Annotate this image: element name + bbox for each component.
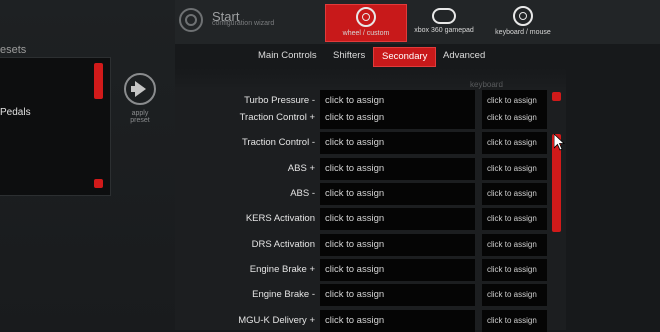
keyboard-assign-button[interactable]: click to assign — [482, 107, 547, 129]
page-subtitle: configuration wizard — [212, 20, 275, 27]
binding-label: ABS + — [287, 163, 315, 174]
device-keyboard-mouse-button[interactable]: keyboard / mouse — [495, 4, 551, 40]
device-wheel-custom-button[interactable]: wheel / custom — [325, 4, 407, 42]
assign-button[interactable]: click to assign — [320, 310, 475, 332]
assign-button[interactable]: click to assign — [320, 132, 475, 154]
keyboard-assign-button[interactable]: click to assign — [482, 158, 547, 180]
binding-row: MGU-K Delivery + click to assign click t… — [175, 310, 566, 332]
tab-bar: Main Controls Shifters Secondary Advance… — [175, 44, 660, 68]
wheel-icon — [356, 7, 376, 27]
binding-row: Traction Control + click to assign click… — [175, 107, 566, 129]
binding-row: KERS Activation click to assign click to… — [175, 208, 566, 230]
binding-row: ABS + click to assign click to assign — [175, 158, 566, 180]
list-top-fade — [175, 68, 566, 90]
keyboard-assign-button[interactable]: click to assign — [482, 132, 547, 154]
keyboard-assign-button[interactable]: click to assign — [482, 183, 547, 205]
keyboard-assign-button[interactable]: click to assign — [482, 259, 547, 281]
wizard-header: Start configuration wizard wheel / custo… — [175, 0, 660, 44]
tab-secondary[interactable]: Secondary — [373, 47, 437, 67]
device-label: wheel / custom — [342, 30, 390, 37]
preset-item-pedals[interactable]: Pedals — [0, 107, 31, 118]
binding-row: Engine Brake - click to assign click to … — [175, 284, 566, 306]
apply-preset-button[interactable]: apply preset — [121, 73, 159, 124]
device-xbox-gamepad-button[interactable]: xbox 360 gamepad — [413, 4, 475, 40]
assign-button[interactable]: click to assign — [320, 234, 475, 256]
apply-preset-label: apply preset — [130, 110, 150, 124]
bindings-list: keyboard Turbo Pressure - click to assig… — [175, 68, 566, 332]
binding-label: Traction Control - — [241, 137, 315, 148]
tab-advanced[interactable]: Advanced — [435, 47, 493, 65]
device-label: keyboard / mouse — [495, 29, 551, 36]
presets-title: esets — [0, 44, 27, 56]
list-scroll-up-button[interactable] — [552, 92, 561, 101]
binding-label: Traction Control + — [239, 112, 315, 123]
binding-label: MGU-K Delivery + — [238, 315, 315, 326]
presets-scrollbar-thumb[interactable] — [94, 63, 103, 99]
keyboard-mouse-icon — [513, 6, 533, 26]
binding-row: DRS Activation click to assign click to … — [175, 234, 566, 256]
presets-panel: esets Pedals apply preset — [0, 0, 175, 330]
keyboard-assign-button[interactable]: click to assign — [482, 234, 547, 256]
binding-label: Engine Brake + — [249, 264, 315, 275]
assign-button[interactable]: click to assign — [320, 183, 475, 205]
binding-label: ABS - — [290, 188, 315, 199]
binding-row: Traction Control - click to assign click… — [175, 132, 566, 154]
keyboard-column-header: keyboard — [470, 80, 503, 89]
binding-row: Engine Brake + click to assign click to … — [175, 259, 566, 281]
binding-label: Engine Brake - — [252, 289, 315, 300]
arrow-right-icon — [124, 73, 156, 105]
keyboard-assign-button[interactable]: click to assign — [482, 208, 547, 230]
assign-button[interactable]: click to assign — [320, 259, 475, 281]
assign-button[interactable]: click to assign — [320, 158, 475, 180]
binding-row: ABS - click to assign click to assign — [175, 183, 566, 205]
binding-label: KERS Activation — [245, 213, 315, 224]
assign-button[interactable]: click to assign — [320, 284, 475, 306]
device-label: xbox 360 gamepad — [414, 27, 474, 34]
binding-label: DRS Activation — [251, 239, 315, 250]
keyboard-assign-button[interactable]: click to assign — [482, 284, 547, 306]
assign-button[interactable]: click to assign — [320, 107, 475, 129]
presets-scroll-down-button[interactable] — [94, 179, 103, 188]
tab-main-controls[interactable]: Main Controls — [250, 47, 325, 65]
start-logo-icon — [179, 8, 203, 32]
gamepad-icon — [432, 8, 456, 24]
presets-list[interactable]: Pedals — [0, 57, 111, 196]
assign-button[interactable]: click to assign — [320, 208, 475, 230]
tab-shifters[interactable]: Shifters — [325, 47, 373, 65]
keyboard-assign-button[interactable]: click to assign — [482, 310, 547, 332]
